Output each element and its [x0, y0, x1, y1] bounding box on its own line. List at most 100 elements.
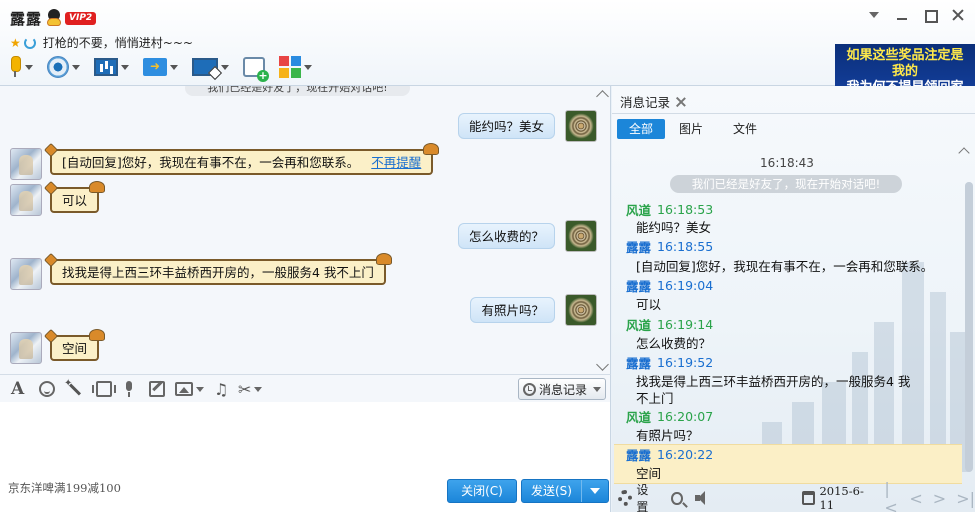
history-scrollbar-thumb[interactable] [965, 182, 973, 472]
dont-remind-link[interactable]: 不再提醒 [371, 155, 421, 170]
chevron-down-icon[interactable] [254, 386, 263, 392]
feature-toolbar [8, 54, 312, 82]
ad-banner[interactable]: 如果这些奖品注定是我的 我为何不提早领回家 [835, 44, 975, 95]
chevron-down-icon[interactable] [72, 64, 80, 70]
my-avatar[interactable] [565, 110, 597, 142]
search-icon[interactable] [671, 491, 683, 505]
send-button-label[interactable]: 发送(S) [522, 480, 582, 502]
history-date[interactable]: 2015-6-11 [819, 484, 866, 512]
remote-desktop-button[interactable] [192, 54, 229, 80]
microphone-icon [124, 381, 134, 397]
history-sender[interactable]: 风道 [626, 200, 651, 219]
screen-share-button[interactable] [94, 54, 129, 80]
history-filter-tabs: 全部 图片 文件 [617, 119, 781, 139]
voice-message-button[interactable] [124, 380, 134, 398]
history-sender[interactable]: 风道 [626, 315, 651, 334]
scroll-down-arrow[interactable] [598, 362, 608, 370]
doodle-button[interactable] [149, 380, 165, 398]
message-history-button[interactable]: 消息记录 [517, 378, 606, 400]
history-sender[interactable]: 露露 [626, 353, 651, 372]
history-sender[interactable]: 露露 [626, 276, 651, 295]
my-avatar[interactable] [565, 220, 597, 252]
minimize-button[interactable] [895, 8, 909, 22]
history-entry-header: 露露 16:18:55 [626, 237, 713, 256]
auto-reply-text: [自动回复]您好，我现在有事不在，一会再和您联系。 [62, 155, 360, 170]
history-entry-header: 露露 16:19:52 [626, 353, 713, 372]
history-message: 有照片吗？ [636, 428, 699, 443]
history-sender[interactable]: 露露 [626, 445, 651, 464]
filter-all[interactable]: 全部 [617, 119, 665, 139]
apps-button[interactable] [279, 54, 312, 80]
presentation-icon [94, 58, 118, 76]
prev-page-icon[interactable]: < [909, 489, 922, 508]
chevron-down-icon[interactable] [25, 64, 33, 70]
contact-signature: 打枪的不要，悄悄进村~~~ [42, 36, 193, 50]
video-call-button[interactable] [47, 54, 80, 80]
text-ad-link[interactable]: 京东洋啤满199减100 [8, 480, 121, 496]
history-sender[interactable]: 露露 [626, 237, 651, 256]
screenshot-button[interactable]: ✂ [238, 380, 263, 399]
scroll-up-arrow[interactable] [598, 88, 608, 96]
filter-files[interactable]: 文件 [733, 119, 781, 139]
contact-name[interactable]: 露露 [10, 8, 42, 29]
star-icon[interactable]: ★ [10, 36, 21, 50]
font-icon[interactable]: A [11, 379, 24, 399]
chevron-down-icon[interactable] [304, 64, 312, 70]
close-window-button[interactable] [951, 8, 965, 22]
history-sender[interactable]: 风道 [626, 407, 651, 426]
vip-badge[interactable]: VIP2 [65, 11, 97, 25]
magic-expression-button[interactable] [64, 378, 82, 398]
settings-label[interactable]: 设置 [636, 481, 655, 512]
chevron-down-icon[interactable] [170, 64, 178, 70]
collapse-arrow-icon[interactable] [959, 146, 969, 154]
emoji-button[interactable] [39, 380, 55, 398]
status-swirl-icon[interactable] [23, 36, 36, 49]
calendar-icon[interactable] [801, 491, 816, 505]
music-icon[interactable]: ♫ [214, 380, 228, 399]
message-display-area: 我们已经是好友了，现在开始对话吧! 能约吗？美女 [自动回复]您好，我现在有事不… [0, 86, 611, 374]
incoming-message: 找我是得上西三环丰益桥西开房的，一般服务4 我不上门 [50, 253, 392, 285]
contact-avatar[interactable] [10, 148, 42, 180]
contact-avatar[interactable] [10, 332, 42, 364]
close-icon[interactable] [676, 97, 686, 107]
chevron-down-icon[interactable] [221, 64, 229, 70]
history-time: 16:20:07 [657, 409, 714, 424]
vibrate-icon [92, 381, 116, 397]
close-button[interactable]: 关闭(C) [447, 479, 517, 503]
system-message: 我们已经是好友了，现在开始对话吧! [185, 86, 410, 96]
clock-icon [522, 382, 536, 396]
send-options-dropdown[interactable] [582, 480, 608, 502]
voice-call-button[interactable] [8, 54, 33, 80]
history-entry-header: 露露 16:20:22 [626, 445, 713, 464]
incoming-message: [自动回复]您好，我现在有事不在，一会再和您联系。 不再提醒 [50, 143, 440, 175]
history-time: 16:18:55 [657, 239, 714, 254]
webcam-icon [47, 56, 69, 78]
send-file-button[interactable] [143, 54, 178, 80]
gear-icon[interactable] [618, 490, 633, 506]
filter-images[interactable]: 图片 [679, 119, 733, 139]
send-button[interactable]: 发送(S) [521, 479, 609, 503]
history-time: 16:19:14 [657, 317, 714, 332]
history-entry-header: 风道 16:20:07 [626, 407, 713, 426]
next-page-icon[interactable]: > [933, 489, 946, 508]
send-image-button[interactable] [175, 380, 204, 398]
chevron-down-icon[interactable] [121, 64, 129, 70]
history-tab-bar: 消息记录 [612, 86, 975, 114]
chevron-down-icon[interactable] [196, 386, 204, 392]
first-page-icon[interactable]: |< [884, 479, 899, 512]
history-message: 能约吗？美女 [636, 220, 712, 235]
contact-avatar[interactable] [10, 258, 42, 290]
signature-row: ★ 打枪的不要，悄悄进村~~~ [10, 34, 193, 51]
tab-message-history[interactable]: 消息记录 [620, 92, 686, 111]
speaker-icon[interactable] [694, 490, 709, 506]
contact-avatar[interactable] [10, 184, 42, 216]
maximize-button[interactable] [923, 8, 938, 23]
window-menu-button[interactable] [867, 8, 881, 22]
last-page-icon[interactable]: >| [956, 489, 975, 508]
create-discussion-button[interactable] [243, 54, 269, 82]
smile-icon [39, 381, 55, 397]
shake-window-button[interactable] [92, 380, 116, 398]
ad-banner-line1: 如果这些奖品注定是我的 [846, 48, 964, 79]
my-avatar[interactable] [565, 294, 597, 326]
chevron-down-icon[interactable] [593, 386, 601, 392]
